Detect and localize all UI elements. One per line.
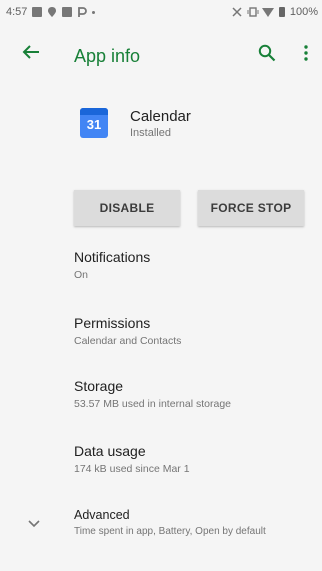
chevron-down-icon[interactable] [28,515,40,528]
calendar-app-icon: 31 [80,108,108,138]
calendar-icon-date: 31 [86,117,102,132]
status-bar: 4:57 100% [0,0,322,24]
location-notification-icon [47,7,57,17]
more-notifications-dot-icon [92,10,96,14]
permissions-title: Permissions [74,315,151,331]
search-icon[interactable] [258,44,276,62]
permissions-preference[interactable]: Permissions Calendar and Contacts [74,315,314,347]
status-time: 4:57 [6,6,28,18]
advanced-preference[interactable]: Advanced Time spent in app, Battery, Ope… [74,508,314,537]
message-notification-icon [62,7,73,17]
overflow-menu-icon[interactable] [298,44,314,62]
notifications-title: Notifications [74,249,151,265]
app-install-status: Installed [130,127,171,139]
battery-percent: 100% [289,6,318,18]
advanced-summary: Time spent in app, Battery, Open by defa… [74,526,266,537]
p-notification-icon [77,7,88,17]
page-title: App info [74,46,141,66]
back-arrow-icon[interactable] [22,44,40,60]
data-usage-preference[interactable]: Data usage 174 kB used since Mar 1 [74,443,314,475]
force-stop-button[interactable]: FORCE STOP [198,190,304,226]
storage-summary: 53.57 MB used in internal storage [74,398,232,410]
data-usage-summary: 174 kB used since Mar 1 [74,463,190,475]
advanced-title: Advanced [74,508,130,522]
notifications-summary: On [74,269,89,281]
storage-title: Storage [74,378,124,394]
status-left: 4:57 [6,6,96,18]
app-header: 31 Calendar Installed [80,108,310,148]
notifications-preference[interactable]: Notifications On [74,249,314,281]
permissions-summary: Calendar and Contacts [74,335,182,347]
data-usage-title: Data usage [74,443,146,459]
status-right: 100% [232,6,318,18]
image-notification-icon [32,7,43,17]
battery-icon [278,7,285,17]
wifi-icon [261,7,274,17]
disable-button[interactable]: DISABLE [74,190,180,226]
app-name: Calendar [130,108,191,125]
mute-icon [232,7,242,17]
vibrate-icon [247,7,259,17]
toolbar: App info [0,24,322,80]
storage-preference[interactable]: Storage 53.57 MB used in internal storag… [74,378,314,410]
